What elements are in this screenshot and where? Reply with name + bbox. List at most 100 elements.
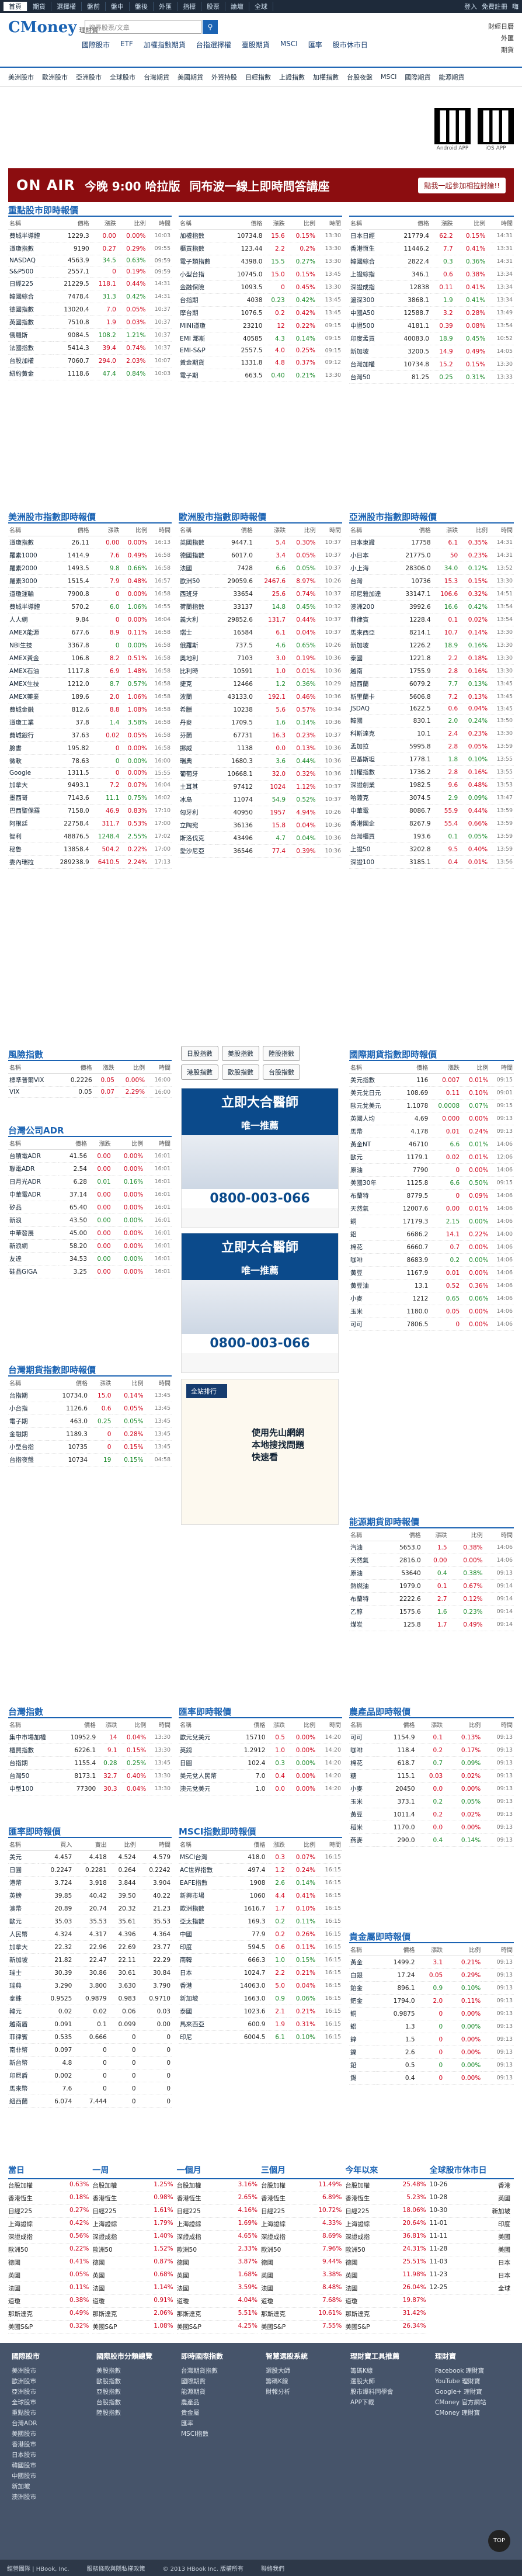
subnav-item[interactable]: 加權指數 (313, 72, 339, 82)
subnav-item[interactable]: 台灣期貨 (144, 72, 169, 82)
subnav-item[interactable]: MSCI (381, 73, 396, 81)
footer-link[interactable]: 美國股市 (12, 2429, 40, 2439)
quote-name-link[interactable]: 日本日經 (349, 229, 389, 242)
table-row[interactable]: 微軟 78.63 0 0.00% 16:00 (8, 754, 172, 768)
footer-link[interactable]: 台灣期貨指數 (181, 2366, 223, 2376)
list-item[interactable]: 那斯達克 2.06% (92, 2308, 173, 2321)
subnav-item[interactable]: 外資持股 (211, 72, 237, 82)
tab-2[interactable]: 選擇權 (51, 2, 82, 11)
quote-name-link[interactable]: 澳幣 (8, 1902, 39, 1915)
quote-name-link[interactable]: 德國指數 (179, 549, 216, 562)
list-item[interactable]: 台股加權 1.25% (92, 2179, 173, 2192)
table-row[interactable]: 越南盾 0.091 0.1 0.099 0.00 (8, 2017, 172, 2031)
footer-link[interactable]: 籌碼K線 (266, 2376, 308, 2387)
table-row[interactable]: 稻米 1170.0 0.0 0.00% 09:13 (349, 1821, 514, 1834)
quote-name-link[interactable]: VIX (8, 1086, 60, 1098)
table-row[interactable]: 孟加拉 5995.8 2.8 0.05% 13:59 (349, 740, 514, 753)
list-item[interactable]: 那斯達克 5.51% (176, 2308, 257, 2321)
table-row[interactable]: 加拿大 22.32 22.96 22.69 23.77 (8, 1940, 172, 1954)
quote-name-link[interactable]: 越南 (349, 664, 395, 678)
table-row[interactable]: 臉書 195.82 0 0.00% 16:58 (8, 741, 172, 755)
quote-name-link[interactable]: 新加坡 (8, 1953, 39, 1967)
quote-name-link[interactable]: 立陶宛 (179, 819, 216, 832)
table-row[interactable]: 新興市場 1060 4.4 0.41% 16:15 (179, 1889, 342, 1902)
quote-name-link[interactable]: 馬來西亞 (349, 626, 395, 639)
quote-name-link[interactable]: 黃豆油 (349, 1279, 393, 1292)
quote-name-link[interactable]: 芬蘭 (179, 729, 216, 742)
quote-name-link[interactable]: 美元兌人民幣 (179, 1769, 234, 1783)
list-item[interactable]: 歐洲50 24.31% (345, 2244, 426, 2256)
quote-name-link[interactable]: NASDAQ (8, 255, 53, 266)
quote-name-link[interactable]: 波蘭 (179, 690, 216, 703)
quote-name-link[interactable]: 深證100 (349, 855, 395, 869)
quote-name-link[interactable]: 原油 (349, 1566, 384, 1580)
table-row[interactable]: 馬來西亞 600.9 1.9 0.31% 16:15 (179, 2017, 342, 2031)
table-row[interactable]: 道瓊運輸 7900.8 0 0.00% 16:58 (8, 587, 172, 601)
list-item[interactable]: 法國 0.11% (8, 2282, 89, 2295)
table-row[interactable]: 哈薩克 3074.5 2.9 0.09% 13:47 (349, 791, 514, 805)
quote-name-link[interactable]: 玉米 (349, 1305, 393, 1318)
table-row[interactable]: 聯電ADR 2.54 0.00 0.00% 16:01 (8, 1162, 172, 1176)
quote-name-link[interactable]: 棉花 (349, 1756, 375, 1770)
quote-name-link[interactable]: 台灣50 (349, 370, 389, 384)
quote-name-link[interactable]: 台灣加權 (349, 358, 389, 371)
futures-link[interactable]: 期貨 (488, 44, 514, 56)
quote-name-link[interactable]: 美元指數 (349, 1073, 393, 1087)
table-row[interactable]: 巴基斯坦 1778.1 1.8 0.10% 13:55 (349, 753, 514, 766)
table-row[interactable]: Google 1311.5 0 0.00% 15:55 (8, 767, 172, 779)
list-item[interactable]: 台股加權 25.48% (345, 2179, 426, 2192)
table-row[interactable]: 紐約黃金 1118.6 47.4 0.84% 10:03 (8, 367, 172, 380)
table-row[interactable]: 矽品 65.40 0.00 0.00% 16:01 (8, 1201, 172, 1214)
quote-name-link[interactable]: 乙醇 (349, 1605, 384, 1618)
quote-name-link[interactable]: 香港國企 (349, 817, 395, 830)
footer-link[interactable]: MSCI指數 (181, 2429, 223, 2439)
quote-name-link[interactable]: 鈀金 (349, 1994, 375, 2008)
quote-name-link[interactable]: 美元兌日元 (349, 1086, 393, 1100)
quote-name-link[interactable]: 道瓊運輸 (8, 587, 50, 601)
table-row[interactable]: 英鎊 39.85 40.42 39.50 40.22 (8, 1889, 172, 1902)
table-row[interactable]: 立陶宛 36136 15.8 0.04% 10:36 (179, 819, 342, 832)
list-item[interactable]: 英國 11.98% (345, 2269, 426, 2282)
table-row[interactable]: 斯洛伐克 43496 4.7 0.04% 10:36 (179, 831, 342, 845)
quote-name-link[interactable]: AC世界指數 (179, 1863, 228, 1877)
quote-name-link[interactable]: 希臘 (179, 703, 216, 716)
footer-link[interactable]: 香港股市 (12, 2439, 40, 2450)
quote-name-link[interactable]: 滬深300 (349, 293, 389, 307)
quote-name-link[interactable]: 布蘭特 (349, 1592, 384, 1606)
table-row[interactable]: 深證100 3185.1 0.4 0.01% 13:56 (349, 855, 514, 869)
table-row[interactable]: 歐元兌美元 1.1078 0.0008 0.07% 09:15 (349, 1099, 514, 1112)
table-row[interactable]: 捷克 12466 1.2 0.36% 10:29 (179, 677, 342, 691)
quote-name-link[interactable]: 人人網 (8, 613, 50, 626)
quote-name-link[interactable]: 台灣50 (8, 1769, 61, 1783)
quote-name-link[interactable]: 鋁 (349, 2020, 375, 2033)
list-item[interactable]: 台股加權 0.63% (8, 2179, 89, 2192)
quote-name-link[interactable]: 咖啡 (349, 1743, 375, 1757)
table-row[interactable]: AMEX藥業 189.6 2.0 1.06% 16:58 (8, 690, 172, 703)
table-row[interactable]: 新浪 43.50 0.00 0.00% 16:01 (8, 1214, 172, 1227)
table-row[interactable]: 希臘 10238 5.6 0.57% 10:34 (179, 703, 342, 716)
list-item[interactable]: 11-03 日本 (429, 2256, 510, 2269)
list-item[interactable]: 深證成指 36.81% (345, 2231, 426, 2244)
quote-name-link[interactable]: 台指期 (8, 1389, 48, 1402)
list-item[interactable]: 德國 0.87% (92, 2256, 173, 2269)
table-row[interactable]: 加權指數 1736.2 2.8 0.16% 13:55 (349, 765, 514, 779)
quote-name-link[interactable]: S&P500 (8, 266, 53, 278)
table-row[interactable]: 印尼 6004.5 6.1 0.10% 16:15 (179, 2030, 342, 2044)
table-row[interactable]: 阿根廷 22758.4 311.7 0.53% 17:00 (8, 817, 172, 830)
table-row[interactable]: 南韓 666.3 1.0 0.15% 16:15 (179, 1953, 342, 1967)
table-row[interactable]: 瑞典 3.290 3.800 3.630 3.790 (8, 1979, 172, 1992)
quote-name-link[interactable]: 日本東證 (349, 536, 395, 549)
list-item[interactable]: 歐洲50 1.52% (92, 2244, 173, 2256)
quote-name-link[interactable]: 羅素1000 (8, 549, 50, 562)
table-row[interactable]: 台指期 4038 0.23 0.42% 13:45 (179, 293, 342, 307)
table-row[interactable]: 費城半導體 1229.3 0.00 0.00% 10:03 (8, 229, 172, 242)
quote-name-link[interactable]: 新浪網 (8, 1239, 59, 1253)
table-row[interactable]: 印度孟買 40083.0 18.9 0.45% 10:52 (349, 332, 514, 345)
table-row[interactable]: 道瓊指數 9190 0.27 0.29% 09:55 (8, 242, 172, 255)
table-row[interactable]: 新加坡 21.82 22.47 22.11 22.29 (8, 1953, 172, 1967)
quote-name-link[interactable]: 印尼雅加達 (349, 587, 395, 601)
list-item[interactable]: 那斯達克 10.61% (260, 2308, 342, 2321)
table-row[interactable]: AMEX能源 677.6 8.9 0.11% 16:58 (8, 626, 172, 639)
footer-link[interactable]: APP下載 (350, 2397, 399, 2408)
list-item[interactable]: 香港恆生 5.23% (345, 2192, 426, 2205)
